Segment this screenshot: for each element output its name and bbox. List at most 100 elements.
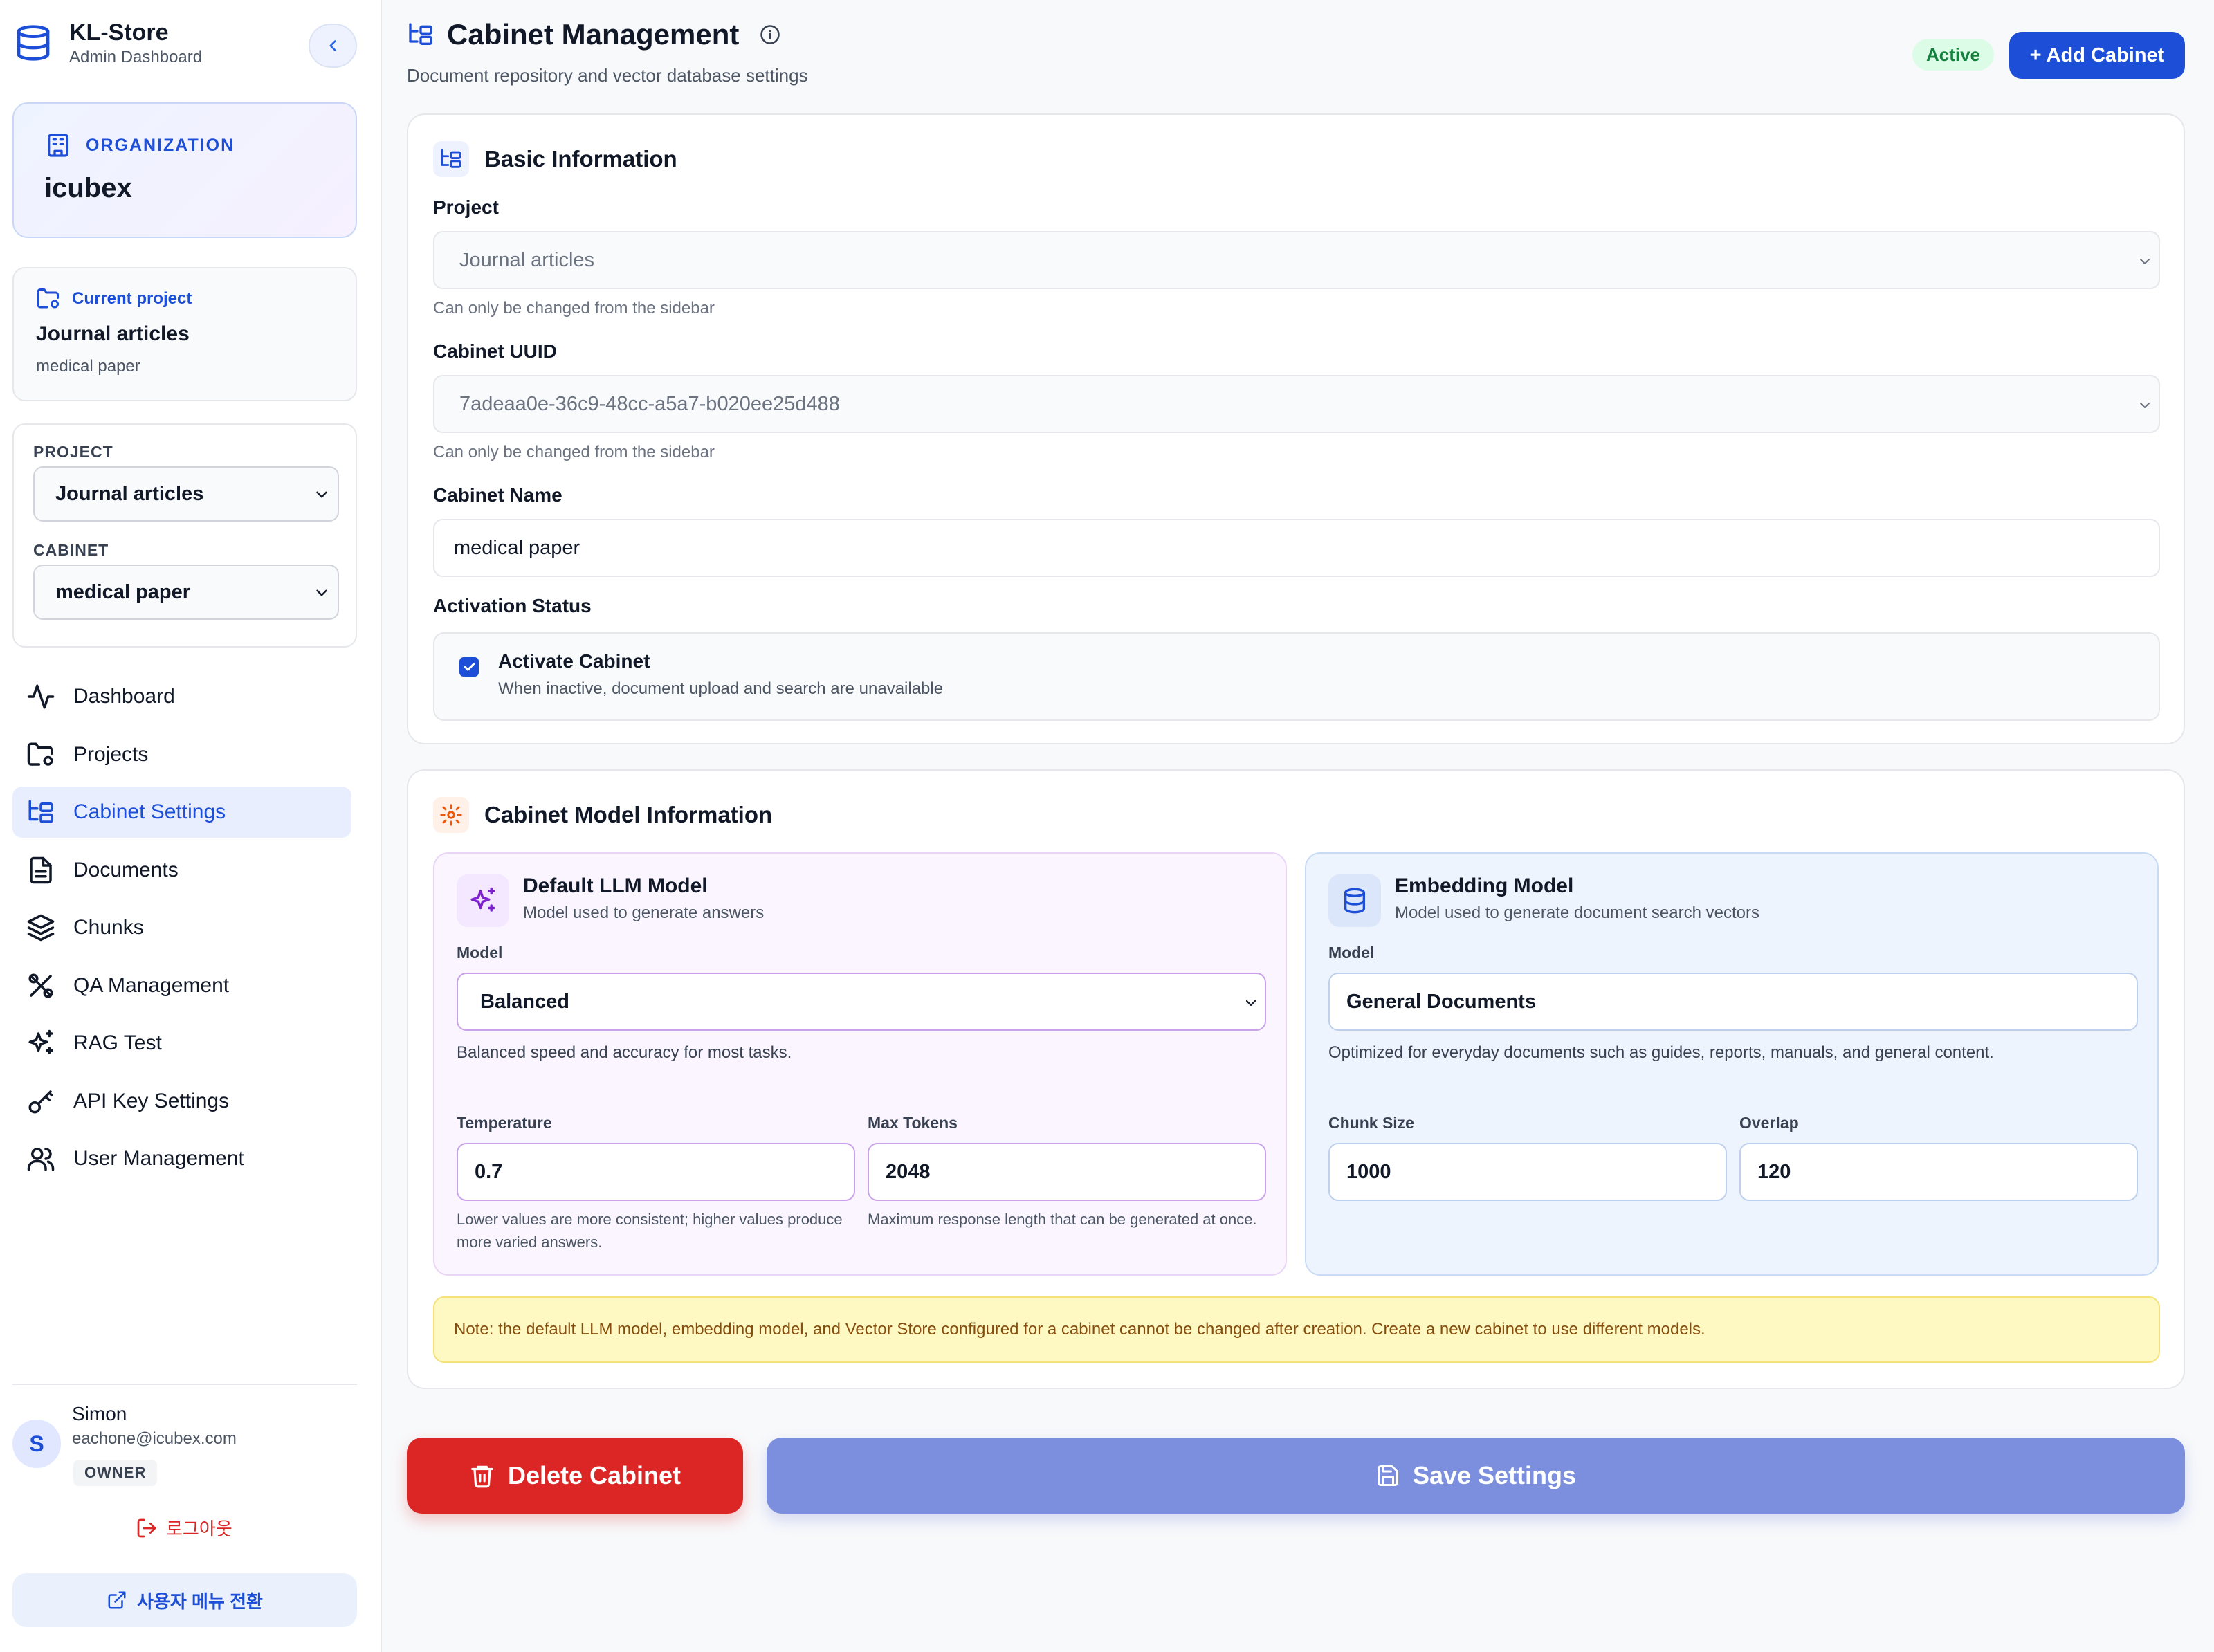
embedding-model-card: Embedding Model Model used to generate d… [1305,852,2159,1276]
project-select[interactable]: Journal articles [33,466,339,522]
sidebar-item-projects[interactable]: Projects [12,729,351,780]
sidebar-item-label: User Management [73,1147,244,1170]
folder-tree-icon [26,798,55,827]
max-tokens-value: 2048 [886,1160,931,1183]
switch-user-menu-label: 사용자 메뉴 전환 [137,1590,263,1612]
llm-model-description: Balanced speed and accuracy for most tas… [457,1043,792,1062]
activate-cabinet-description: When inactive, document upload and searc… [498,679,944,698]
sidebar-item-documents[interactable]: Documents [12,845,351,896]
basic-information-panel: Basic Information Project Journal articl… [407,113,2185,744]
temperature-input[interactable]: 0.7 [457,1143,855,1201]
embedding-model-field: General Documents [1328,973,2138,1031]
folder-settings-icon [36,286,61,311]
add-cabinet-button[interactable]: + Add Cabinet [2009,32,2185,79]
status-badge: Active [1912,39,1994,71]
organization-card: ORGANIZATION icubex [12,102,357,238]
chunk-size-input[interactable]: 1000 [1328,1143,1727,1201]
database-icon [14,22,53,64]
sidebar-item-qa-management[interactable]: QA Management [12,960,351,1011]
building-icon [44,131,72,159]
activity-icon [26,682,55,711]
max-tokens-input[interactable]: 2048 [868,1143,1266,1201]
chevron-down-icon [2137,253,2153,270]
gear-icon [433,797,469,833]
avatar[interactable]: S [12,1420,61,1468]
project-select-label: PROJECT [33,443,113,461]
save-settings-label: Save Settings [1412,1461,1577,1489]
chevron-left-icon [324,37,342,55]
sidebar-divider [12,1384,357,1385]
sidebar-item-user-management[interactable]: User Management [12,1133,351,1184]
embedding-model-description: Optimized for everyday documents such as… [1328,1043,1994,1062]
overlap-input[interactable]: 120 [1739,1143,2138,1201]
user-name: Simon [72,1403,127,1424]
user-email: eachone@icubex.com [72,1429,237,1448]
activation-status-label: Activation Status [433,595,592,616]
cabinet-name-label: Cabinet Name [433,484,562,506]
max-tokens-label: Max Tokens [868,1114,958,1132]
llm-model-value: Balanced [480,990,569,1013]
llm-model-select[interactable]: Balanced [457,973,1266,1031]
delete-cabinet-button[interactable]: Delete Cabinet [407,1438,743,1514]
sidebar-item-label: Cabinet Settings [73,800,226,823]
external-link-icon [107,1590,127,1610]
sidebar-item-dashboard[interactable]: Dashboard [12,671,351,722]
logout-button[interactable]: 로그아웃 [136,1515,232,1541]
current-project-name: Journal articles [36,322,190,345]
chevron-down-icon [1243,995,1259,1011]
cabinet-uuid-value: 7adeaa0e-36c9-48cc-a5a7-b020ee25d488 [459,392,840,415]
sidebar-item-api-key-settings[interactable]: API Key Settings [12,1076,351,1127]
collapse-sidebar-button[interactable] [309,24,357,68]
max-tokens-hint: Maximum response length that can be gene… [868,1211,1257,1228]
sidebar-item-cabinet-settings[interactable]: Cabinet Settings [12,787,351,838]
folder-tree-icon [433,141,469,177]
users-icon [26,1144,55,1173]
cabinet-name-input[interactable]: medical paper [433,519,2160,577]
brand: KL-Store Admin Dashboard [14,18,202,68]
layers-icon [26,913,55,942]
page-title: Cabinet Management [407,18,780,51]
tools-icon [26,971,55,1000]
llm-model-label: Model [457,944,503,962]
brand-subtitle: Admin Dashboard [69,48,203,66]
organization-label: ORGANIZATION [86,135,235,155]
cabinet-uuid-label: Cabinet UUID [433,340,557,362]
sidebar-item-label: Dashboard [73,685,175,708]
chevron-down-icon [2137,397,2153,414]
chevron-down-icon [313,584,331,602]
overlap-label: Overlap [1739,1114,1799,1132]
overlap-value: 120 [1757,1160,1791,1183]
cabinet-select-label: CABINET [33,541,109,559]
temperature-value: 0.7 [475,1160,503,1183]
current-project-card: Current project Journal articles medical… [12,267,357,401]
sidebar-item-label: QA Management [73,973,230,997]
database-icon [1328,874,1381,927]
organization-name: icubex [44,173,132,203]
cabinet-model-panel: Cabinet Model Information Default LLM Mo… [407,769,2185,1389]
brand-title: KL-Store [69,19,169,46]
temperature-hint: Lower values are more consistent; higher… [457,1211,843,1251]
page-subtitle: Document repository and vector database … [407,65,808,86]
folder-tree-icon [407,21,434,48]
current-cabinet-name: medical paper [36,357,140,376]
cabinet-select[interactable]: medical paper [33,565,339,620]
sidebar-item-chunks[interactable]: Chunks [12,902,351,953]
save-settings-button[interactable]: Save Settings [767,1438,2185,1514]
temperature-label: Temperature [457,1114,552,1132]
info-icon[interactable] [760,24,780,45]
embedding-model-label: Model [1328,944,1375,962]
project-value: Journal articles [459,248,595,271]
switch-user-menu-button[interactable]: 사용자 메뉴 전환 [12,1573,357,1627]
llm-description: Model used to generate answers [523,903,765,922]
sidebar-item-rag-test[interactable]: RAG Test [12,1018,351,1069]
activate-cabinet-checkbox[interactable] [459,657,479,677]
sidebar-item-label: Chunks [73,916,144,939]
model-note: Note: the default LLM model, embedding m… [433,1296,2160,1363]
cabinet-name-value: medical paper [454,536,580,559]
sparkles-icon [26,1029,55,1058]
sidebar-item-label: API Key Settings [73,1089,230,1112]
basic-information-title: Basic Information [484,146,677,172]
save-icon [1375,1463,1400,1488]
page-title-text: Cabinet Management [447,18,740,51]
sidebar-nav: Dashboard Projects Cabinet Settings Docu… [12,671,351,1191]
